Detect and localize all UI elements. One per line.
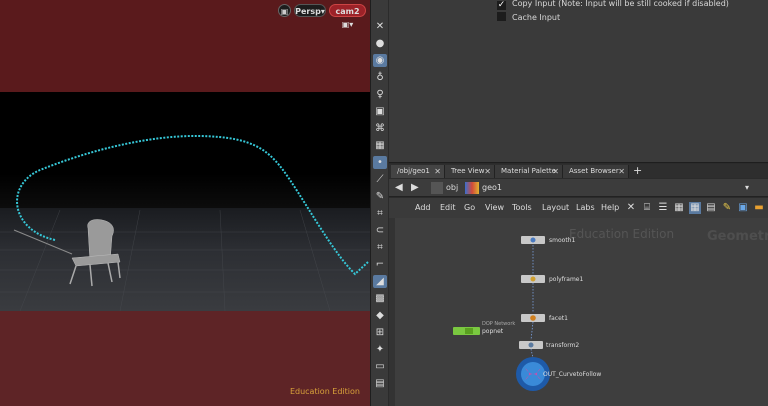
geo-icon [465, 182, 479, 194]
obj-icon [431, 182, 443, 194]
node-smooth1 [521, 236, 545, 244]
tiles-icon[interactable]: ▦ [689, 202, 701, 214]
table-icon[interactable]: ▤ [705, 202, 717, 214]
node-label-smooth1: smooth1 [549, 237, 576, 244]
snap-icon[interactable]: ⌘ [373, 122, 387, 135]
tab-label: Tree View [451, 167, 485, 175]
select-icon[interactable]: ◢ [373, 275, 387, 288]
node-label-transform2: transform2 [546, 342, 580, 349]
copy-input-row[interactable]: ✓ Copy Input (Note: Input will be still c… [497, 0, 729, 10]
pane-tab-bar: /obj/geo1 ✕ Tree View ✕ Material Palette ✕ … [389, 164, 768, 178]
viewport-scene [0, 134, 370, 312]
node-label-polyframe1: polyframe1 [549, 276, 584, 283]
network-editor[interactable]: Education Edition Geometr smooth1 polyfr… [389, 218, 768, 406]
render-icon[interactable]: ▦ [373, 139, 387, 152]
folder-icon[interactable]: ▬ [753, 202, 765, 214]
camera-label: cam2 [335, 7, 360, 16]
sphere-icon[interactable]: ● [373, 37, 387, 50]
node-label-facet1: facet1 [549, 315, 568, 322]
menu-layout[interactable]: Layout [542, 202, 569, 214]
list-icon[interactable]: ☰ [657, 202, 669, 214]
tree-icon[interactable]: ⌸ [641, 202, 653, 214]
forward-button[interactable]: ▶ [411, 181, 419, 195]
node-polyframe1 [521, 275, 545, 283]
point-icon[interactable]: • [373, 156, 387, 169]
chevron-down-icon[interactable]: ▾ [745, 181, 749, 195]
chair-model [13, 219, 121, 287]
node-label-out: OUT_CurvetoFollow [543, 371, 602, 378]
node-popnet [453, 327, 480, 335]
network-path-bar: ◀ ▶ obj geo1 ▾ [389, 179, 768, 197]
tab-label: Asset Browser [569, 167, 619, 175]
path-obj[interactable]: obj [446, 181, 458, 195]
close-icon[interactable]: ✕ [552, 165, 559, 178]
pen-icon[interactable]: ✎ [373, 190, 387, 203]
menu-labs[interactable]: Labs [576, 202, 595, 214]
camera-button[interactable]: cam2 ▣▾ [329, 4, 366, 29]
handle-icon[interactable]: ⌗ [373, 241, 387, 254]
light-icon[interactable]: ♀ [373, 88, 387, 101]
cache-input-row[interactable]: Cache Input [497, 12, 560, 24]
back-button[interactable]: ◀ [395, 181, 403, 195]
grid-icon[interactable]: ▩ [373, 292, 387, 305]
node-badge-popnet: DOP Network [482, 321, 516, 327]
lock-icon[interactable]: ▣ [278, 4, 291, 17]
close-icon[interactable]: ✕ [373, 20, 387, 33]
group-icon[interactable]: ⊞ [373, 326, 387, 339]
copy-input-checkbox[interactable]: ✓ [497, 1, 506, 10]
cache-input-label: Cache Input [512, 13, 561, 22]
menu-help[interactable]: Help [601, 202, 619, 214]
tab-tree-view[interactable]: Tree View ✕ [445, 165, 495, 178]
menu-edit[interactable]: Edit [440, 202, 456, 214]
tools-icon[interactable]: ✕ [625, 202, 637, 214]
image-icon[interactable]: ▤ [373, 377, 387, 390]
node-facet1 [521, 314, 545, 322]
move-icon[interactable]: ✦ [373, 343, 387, 356]
menu-tools[interactable]: Tools [512, 202, 532, 214]
monitor-icon[interactable]: ▭ [373, 360, 387, 373]
close-icon[interactable]: ✕ [484, 165, 491, 178]
node-transform2 [519, 341, 543, 349]
tab-material-palette[interactable]: Material Palette ✕ [495, 165, 563, 178]
education-watermark: Education Edition [289, 387, 360, 396]
cache-input-checkbox[interactable] [497, 12, 506, 21]
bulb-icon[interactable]: ♁ [373, 71, 387, 84]
handle-icon[interactable]: ⌗ [373, 207, 387, 220]
image-icon[interactable]: ▣ [737, 202, 749, 214]
menu-add[interactable]: Add [415, 202, 431, 214]
magnet-icon[interactable]: ⊂ [373, 224, 387, 237]
tab-label: /obj/geo1 [397, 167, 430, 175]
network-menu-bar: Add Edit Go View Tools Layout Labs Help … [389, 198, 768, 218]
shape-icon[interactable]: ◆ [373, 309, 387, 322]
note-icon[interactable]: ✎ [721, 202, 733, 214]
light-icon[interactable]: ◉ [373, 54, 387, 67]
scene-viewport[interactable]: ▣ Persp▾ cam2 ▣▾ Education Edition [0, 0, 370, 406]
tab-obj-geo1[interactable]: /obj/geo1 ✕ [391, 165, 445, 178]
close-icon[interactable]: ✕ [618, 165, 625, 178]
camera-icon[interactable]: ▣ [373, 105, 387, 118]
view-mode-button[interactable]: Persp▾ [294, 4, 326, 17]
node-label-popnet: popnet [482, 328, 504, 335]
copy-input-label: Copy Input (Note: Input will be still co… [512, 0, 729, 8]
grid-icon[interactable]: ▦ [673, 202, 685, 214]
add-tab-button[interactable]: + [633, 164, 642, 177]
viewport-toolbar: ✕ ● ◉ ♁ ♀ ▣ ⌘ ▦ • ⟋ ✎ ⌗ ⊂ ⌗ ⌐ ◢ ▩ ◆ ⊞ ✦ … [370, 0, 388, 406]
curve-icon[interactable]: ⌐ [373, 258, 387, 271]
path-geo[interactable]: geo1 [482, 181, 502, 195]
menu-go[interactable]: Go [464, 202, 475, 214]
menu-view[interactable]: View [485, 202, 504, 214]
brush-icon[interactable]: ⟋ [373, 173, 387, 186]
view-mode-label: Persp [295, 7, 321, 16]
camera-lock-icon: ▣ [341, 20, 350, 29]
parameter-pane: ✓ Copy Input (Note: Input will be still c… [389, 0, 768, 163]
tab-asset-browser[interactable]: Asset Browser ✕ [563, 165, 629, 178]
tab-label: Material Palette [501, 167, 556, 175]
close-icon[interactable]: ✕ [434, 165, 441, 178]
